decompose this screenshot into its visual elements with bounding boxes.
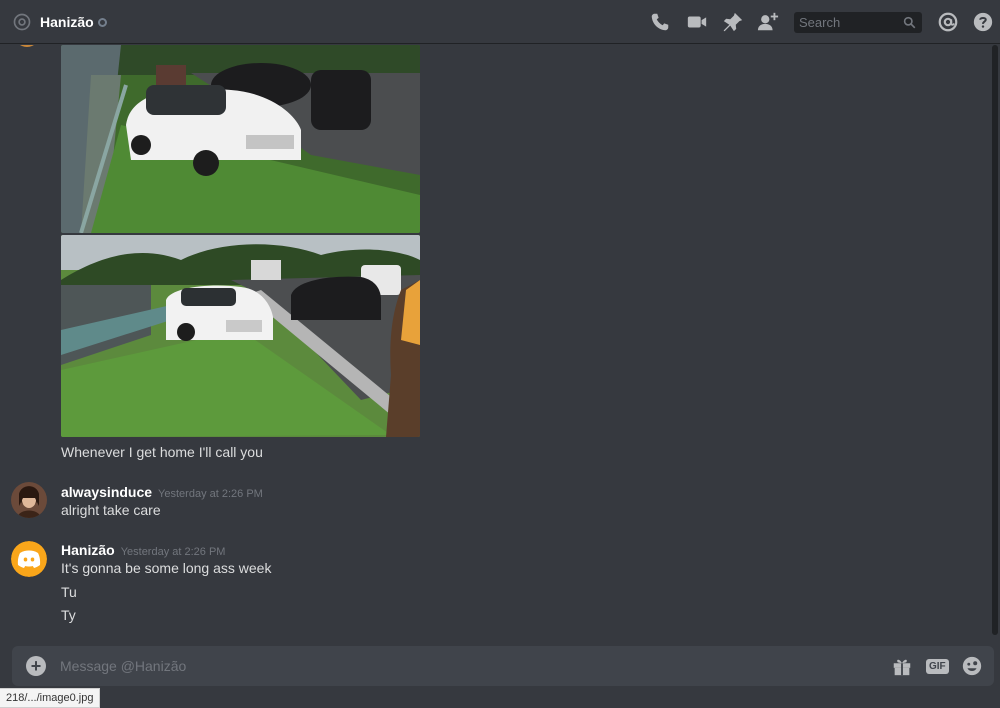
author-name[interactable]: alwaysinduce [61,484,152,500]
plus-icon[interactable]: + [26,656,46,676]
message-composer: + GIF [12,646,994,686]
attachment-image-2[interactable] [61,235,420,437]
avatar-hanizao[interactable] [11,541,47,577]
message-input[interactable] [60,654,860,678]
call-icon[interactable] [649,11,671,33]
avatar[interactable] [14,45,40,47]
link-status-bar: 218/.../image0.jpg [0,688,101,708]
add-friend-icon[interactable] [757,11,779,33]
avatar-alwaysinduce[interactable] [11,482,47,518]
message-header: Hanizão Yesterday at 2:26 PM [61,542,225,558]
help-icon[interactable] [972,11,994,33]
message-list: Whenever I get home I'll call you always… [0,45,1000,640]
message-text: It's gonna be some long ass week [61,560,272,576]
status-dot-icon [98,18,107,27]
search-box[interactable] [794,12,922,33]
channel-header: Hanizão [0,0,1000,44]
car-photo-1 [61,45,420,233]
search-icon [903,16,916,29]
gift-icon[interactable] [891,655,913,677]
video-icon[interactable] [686,11,708,33]
car-photo-2 [61,235,420,437]
timestamp: Yesterday at 2:26 PM [120,546,226,558]
scrollbar[interactable] [992,45,998,635]
pin-icon[interactable] [722,11,744,33]
message-text: alright take care [61,502,161,518]
avatar-image [11,482,47,518]
author-name[interactable]: Hanizão [61,542,115,558]
discord-logo-icon [11,541,47,577]
emoji-icon[interactable] [961,655,983,677]
message-header: alwaysinduce Yesterday at 2:26 PM [61,484,263,500]
mentions-icon[interactable] [937,11,959,33]
dm-title: Hanizão [40,14,94,30]
timestamp: Yesterday at 2:26 PM [158,488,263,500]
message-text: Ty [61,607,76,623]
message-text: Whenever I get home I'll call you [61,444,263,460]
at-icon [13,13,31,31]
message-text: Tu [61,584,77,600]
gif-icon[interactable]: GIF [926,659,949,674]
attachment-image-1[interactable] [61,45,420,233]
